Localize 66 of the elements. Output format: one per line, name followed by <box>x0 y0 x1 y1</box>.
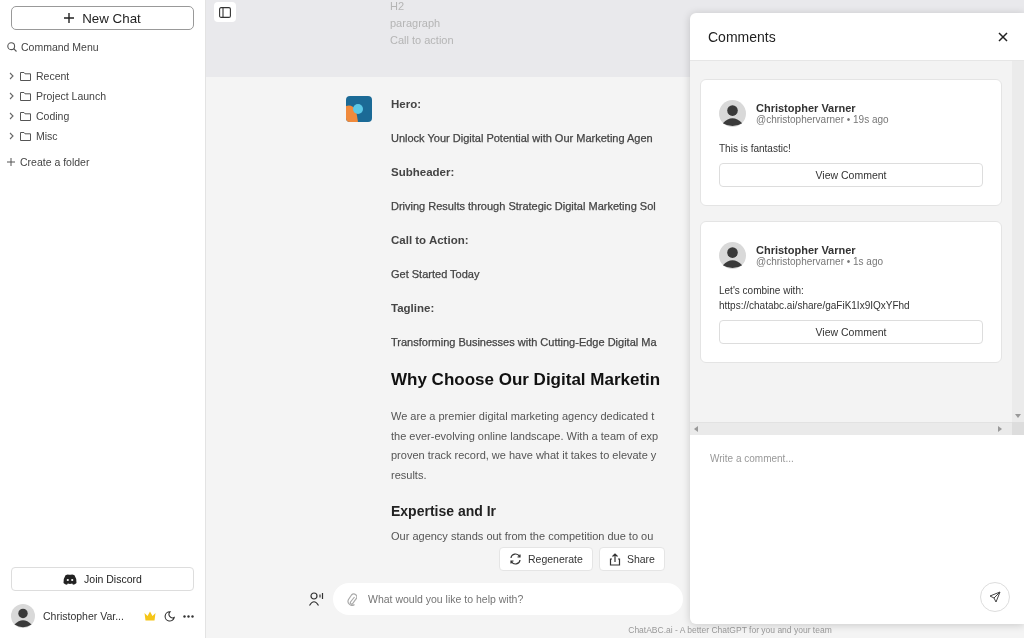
section-heading: Why Choose Our Digital Marketin <box>391 370 661 390</box>
message-input[interactable]: What would you like to help with? <box>366 592 669 606</box>
section-text: Transforming Businesses with Cutting-Edge Digital Ma <box>391 335 657 350</box>
commenter-name: Christopher Varner <box>756 244 856 256</box>
view-comment-button[interactable]: View Comment <box>719 163 983 187</box>
folder-label: Project Launch <box>36 90 107 102</box>
join-discord-button[interactable]: Join Discord <box>11 567 194 591</box>
section-text: Get Started Today <box>391 267 480 282</box>
action-button[interactable]: Share <box>598 547 665 571</box>
sidebar-icon <box>219 6 231 18</box>
section-subheading: Expertise and Ir <box>391 503 497 519</box>
scrollbar[interactable] <box>1012 61 1024 422</box>
plus-icon <box>7 158 15 166</box>
section-text: Unlock Your Digital Potential with Our Marketing Agen <box>391 131 653 146</box>
comment-meta: @christophervarner • 19s ago <box>756 114 889 125</box>
panel-title: Comments <box>708 28 776 45</box>
folder-item[interactable]: Misc <box>8 130 58 142</box>
close-icon <box>998 31 1008 42</box>
folder-icon <box>20 111 31 121</box>
section-label: Subheader: <box>391 165 455 180</box>
folder-icon <box>20 131 31 141</box>
section-label: Call to Action: <box>391 233 469 248</box>
comment-meta: @christophervarner • 1s ago <box>756 256 884 267</box>
refresh-icon <box>509 553 522 565</box>
avatar <box>719 100 746 127</box>
user-name: Christopher Var... <box>43 610 124 622</box>
paragraph: Our agency stands out from the competition due to ou <box>391 529 654 544</box>
folder-icon <box>20 71 31 81</box>
sidebar-toggle-button[interactable] <box>214 2 236 22</box>
action-button[interactable]: Regenerate <box>499 547 593 571</box>
section-label: Tagline: <box>391 301 435 316</box>
share-icon <box>608 552 621 566</box>
footer-text: ChatABC.ai - A better ChatGPT for you and your team <box>627 624 833 637</box>
create-folder-link[interactable]: Create a folder <box>7 156 90 168</box>
send-button[interactable] <box>980 582 1010 612</box>
command-menu[interactable]: Command Menu <box>7 41 194 53</box>
folder-icon <box>20 91 31 101</box>
commenter-name: Christopher Varner <box>756 102 856 114</box>
new-chat-button[interactable]: New Chat <box>11 6 194 30</box>
assistant-logo <box>346 96 372 122</box>
paragraph: We are a premier digital marketing agency dedicated t the ever-evolving online landscape. With a team of exp proven track record, we have what it takes to elevate y results. <box>391 409 659 483</box>
paperclip-icon <box>347 592 357 606</box>
more-icon[interactable] <box>183 614 194 618</box>
crown-icon <box>144 611 156 621</box>
section-label: Hero: <box>391 97 422 112</box>
close-button[interactable] <box>998 31 1008 42</box>
folder-item[interactable]: Coding <box>8 110 70 122</box>
moon-icon[interactable] <box>164 610 175 622</box>
comment-text: Let's combine with: https://chatabc.ai/share/gaFiK1Ix9IQxYFhd <box>719 284 911 313</box>
scrollbar-corner <box>1012 422 1024 435</box>
folder-item[interactable]: Project Launch <box>8 90 107 102</box>
discord-icon <box>63 573 78 585</box>
folder-item[interactable]: Recent <box>8 70 70 82</box>
plus-icon <box>64 13 75 23</box>
folder-label: Misc <box>36 130 58 142</box>
comment-text: This is fantastic! <box>719 142 792 156</box>
folder-label: Coding <box>36 110 70 122</box>
view-comment-button[interactable]: View Comment <box>719 320 983 344</box>
avatar <box>719 242 746 269</box>
folder-label: Recent <box>36 70 70 82</box>
send-icon <box>989 591 1001 603</box>
section-text: Driving Results through Strategic Digital Marketing Sol <box>391 199 656 214</box>
search-icon <box>7 42 17 52</box>
input-bar[interactable]: What would you like to help with? <box>333 583 683 615</box>
voice-icon[interactable] <box>309 592 324 606</box>
avatar <box>11 604 35 628</box>
